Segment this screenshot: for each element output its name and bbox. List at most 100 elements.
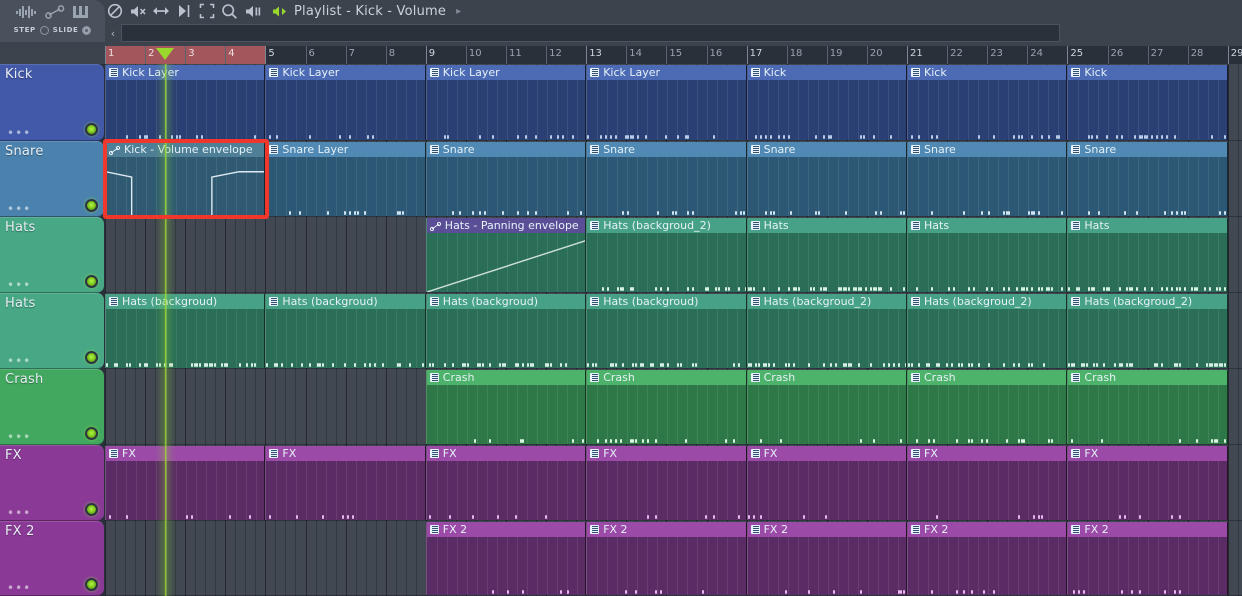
- track-enable-led[interactable]: [85, 427, 98, 440]
- clip-title-bar[interactable]: Snare: [426, 142, 586, 157]
- track-header[interactable]: FX •••: [0, 445, 104, 521]
- clip-body[interactable]: [748, 80, 906, 140]
- delete-icon[interactable]: [103, 0, 126, 22]
- slice-icon[interactable]: [172, 0, 195, 22]
- clip-title-bar[interactable]: Kick Layer: [106, 65, 265, 80]
- clip-body[interactable]: [908, 537, 1066, 595]
- timeline-ruler[interactable]: 1 2 3 4 5 6 7 8 9 10 11 12 13 14 15 16 17 18 19 20 21 22 23 24 2…: [105, 46, 1242, 64]
- playback-icon[interactable]: [241, 0, 264, 22]
- clip-body[interactable]: [106, 461, 264, 520]
- clip-body[interactable]: [1068, 461, 1226, 520]
- playlist-clip[interactable]: Hats (backgroud): [425, 294, 587, 368]
- step-sequencer-icon[interactable]: [72, 5, 90, 19]
- playlist-clip[interactable]: Hats: [1067, 218, 1228, 292]
- playlist-clip[interactable]: Hats (backgroud): [105, 294, 266, 368]
- timeline-back-button[interactable]: ‹: [105, 22, 121, 44]
- playlist-clip[interactable]: Snare Layer: [265, 142, 426, 216]
- playlist-clip[interactable]: Crash: [907, 370, 1068, 444]
- clip-title-bar[interactable]: FX 2: [747, 522, 906, 537]
- playlist-clip[interactable]: Kick Layer: [425, 65, 587, 140]
- playlist-clip[interactable]: Snare: [1067, 142, 1228, 216]
- clip-body[interactable]: [748, 157, 906, 216]
- playlist-clip[interactable]: Crash: [425, 370, 587, 444]
- clip-title-bar[interactable]: Snare: [747, 142, 906, 157]
- playlist-clip[interactable]: Hats: [746, 218, 907, 292]
- clip-body[interactable]: [1068, 233, 1226, 292]
- clip-title-bar[interactable]: Snare Layer: [266, 142, 425, 157]
- clip-title-bar[interactable]: FX: [1068, 446, 1227, 461]
- clip-body[interactable]: [748, 385, 906, 444]
- waveform-icon[interactable]: [15, 5, 38, 19]
- clip-title-bar[interactable]: Kick Layer: [266, 65, 425, 80]
- clip-title-bar[interactable]: Hats: [747, 218, 906, 233]
- clip-body[interactable]: [587, 461, 745, 520]
- playlist-clip[interactable]: FX: [105, 446, 266, 520]
- clip-body[interactable]: [106, 80, 264, 140]
- panning-envelope-curve[interactable]: [426, 233, 586, 292]
- clip-title-bar[interactable]: FX: [747, 446, 906, 461]
- track-header[interactable]: Hats •••: [0, 293, 104, 369]
- playlist-clip[interactable]: FX 2: [1067, 522, 1228, 595]
- clip-title-bar[interactable]: Kick: [908, 65, 1067, 80]
- clip-title-bar[interactable]: FX 2: [587, 522, 746, 537]
- track-header[interactable]: Crash •••: [0, 369, 104, 445]
- playlist-clip[interactable]: Hats (backgroud_2): [746, 294, 907, 368]
- playlist-grid[interactable]: Kick Layer Kick Layer Kick Layer Kick Layer…: [105, 64, 1242, 596]
- clip-title-bar[interactable]: FX: [266, 446, 425, 461]
- clip-title-bar[interactable]: Crash: [426, 370, 586, 385]
- clip-title-bar[interactable]: FX: [426, 446, 586, 461]
- clip-title-bar[interactable]: Hats (backgroud): [587, 294, 746, 309]
- playlist-clip[interactable]: FX: [1067, 446, 1228, 520]
- playlist-clip[interactable]: FX 2: [586, 522, 747, 595]
- clip-body[interactable]: [587, 309, 745, 368]
- track-menu-dots-icon[interactable]: •••: [7, 431, 31, 443]
- slide-toggle[interactable]: [82, 25, 92, 35]
- clip-body[interactable]: [587, 80, 745, 140]
- zoom-icon[interactable]: [218, 0, 241, 22]
- playlist-clip[interactable]: Kick Layer: [586, 65, 747, 140]
- clip-title-bar[interactable]: Crash: [908, 370, 1067, 385]
- clip-title-bar[interactable]: Hats (backgroud_2): [908, 294, 1067, 309]
- playlist-clip[interactable]: Kick: [1067, 65, 1228, 140]
- clip-body[interactable]: [426, 233, 586, 292]
- track-header[interactable]: FX 2 •••: [0, 521, 104, 596]
- select-icon[interactable]: [195, 0, 218, 22]
- track-enable-led[interactable]: [85, 275, 98, 288]
- clip-title-bar[interactable]: Crash: [587, 370, 746, 385]
- playhead-marker[interactable]: [156, 48, 175, 60]
- playlist-clip[interactable]: Snare: [746, 142, 907, 216]
- clip-title-bar[interactable]: Snare: [587, 142, 746, 157]
- clip-body[interactable]: [1068, 157, 1226, 216]
- clip-title-bar[interactable]: Kick Layer: [587, 65, 746, 80]
- clip-title-bar[interactable]: FX: [587, 446, 746, 461]
- clip-body[interactable]: [427, 537, 585, 595]
- clip-body[interactable]: [427, 157, 585, 216]
- track-menu-dots-icon[interactable]: •••: [7, 582, 31, 594]
- track-header[interactable]: Kick •••: [0, 64, 104, 141]
- slip-icon[interactable]: [149, 0, 172, 22]
- clip-title-bar[interactable]: Hats: [1068, 218, 1227, 233]
- playlist-clip[interactable]: Kick Layer: [265, 65, 426, 140]
- clip-body[interactable]: [908, 309, 1066, 368]
- playlist-clip[interactable]: Snare: [907, 142, 1068, 216]
- track-header[interactable]: Snare •••: [0, 141, 104, 217]
- playlist-clip[interactable]: FX: [746, 446, 907, 520]
- playlist-clip[interactable]: FX 2: [907, 522, 1068, 595]
- playlist-clip[interactable]: FX: [586, 446, 747, 520]
- clip-title-bar[interactable]: Snare: [1068, 142, 1227, 157]
- playlist-clip[interactable]: Hats (backgroud): [265, 294, 426, 368]
- clip-title-bar[interactable]: FX 2: [908, 522, 1067, 537]
- clip-title-bar[interactable]: Crash: [1068, 370, 1227, 385]
- clip-body[interactable]: [1068, 309, 1226, 368]
- clip-body[interactable]: [1068, 385, 1226, 444]
- clip-body[interactable]: [266, 461, 424, 520]
- track-menu-dots-icon[interactable]: •••: [7, 355, 31, 367]
- clip-body[interactable]: [427, 309, 586, 368]
- clip-body[interactable]: [587, 157, 745, 216]
- clip-title-bar[interactable]: Hats (backgroud_2): [747, 294, 906, 309]
- playlist-clip[interactable]: Hats (backgroud_2): [586, 218, 747, 292]
- playlist-clip[interactable]: Snare: [425, 142, 587, 216]
- track-header[interactable]: Hats •••: [0, 217, 104, 293]
- track-enable-led[interactable]: [85, 199, 98, 212]
- clip-body[interactable]: [908, 385, 1067, 444]
